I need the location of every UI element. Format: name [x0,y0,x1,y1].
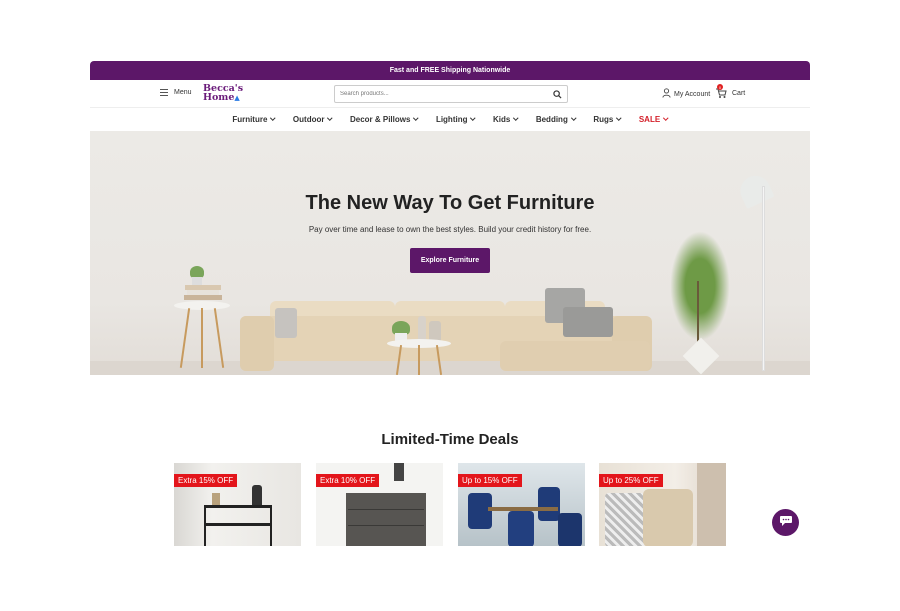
nav-label: Decor & Pillows [349,114,411,124]
promo-bar: Fast and FREE Shipping Nationwide [90,61,810,80]
search-icon[interactable] [547,86,567,102]
hero-banner: The New Way To Get Furniture Pay over ti… [90,131,810,375]
chevron-down-icon [616,115,622,121]
deal-card-pillows[interactable]: Up to 25% OFF [599,463,726,546]
deal-badge: Up to 15% OFF [458,474,522,487]
chevron-down-icon [470,115,476,121]
nav-label: Bedding [535,114,568,124]
chevron-down-icon [571,115,577,121]
nav-label: Outdoor [292,114,325,124]
hamburger-icon [160,89,168,96]
promo-text: Fast and FREE Shipping Nationwide [389,67,511,74]
page-frame: Fast and FREE Shipping Nationwide Menu B… [90,61,810,546]
nav-label: Lighting [435,114,468,124]
nav-item-decor-pillows[interactable]: Decor & Pillows [349,114,419,124]
nav-label: SALE [638,114,661,124]
nav-item-lighting[interactable]: Lighting [435,114,476,124]
deal-badge: Extra 10% OFF [316,474,380,487]
house-icon: ▲ [234,93,240,102]
nav-label: Kids [492,114,511,124]
cart-link[interactable]: 0 Cart [715,84,746,99]
search-input[interactable] [335,86,547,102]
search-bar [334,85,568,103]
chevron-down-icon [270,115,276,121]
hero-title: The New Way To Get Furniture [305,192,595,214]
cart-count-badge: 0 [717,84,723,90]
chevron-down-icon [663,115,669,121]
logo-line2: Home [203,92,235,103]
chevron-down-icon [413,115,419,121]
hero-subtitle: Pay over time and lease to own the best … [308,225,592,234]
deal-card-console[interactable]: Extra 15% OFF [174,463,301,546]
site-header: Menu Becca's Home▲ My Account 0 Cart [90,80,810,108]
deal-card-dresser[interactable]: Extra 10% OFF [316,463,443,546]
nav-label: Furniture [232,114,268,124]
menu-button[interactable]: Menu [160,89,192,96]
explore-furniture-button[interactable]: Explore Furniture [410,248,490,273]
chat-bubble-icon [779,514,793,532]
user-icon [662,88,671,100]
deal-card-dining-chairs[interactable]: Up to 15% OFF [458,463,585,546]
category-nav: Furniture Outdoor Decor & Pillows Lighti… [90,108,810,130]
nav-item-outdoor[interactable]: Outdoor [292,114,333,124]
cart-label: Cart [732,89,746,97]
my-account-link[interactable]: My Account [662,88,710,100]
nav-item-rugs[interactable]: Rugs [593,114,622,124]
nav-item-kids[interactable]: Kids [492,114,519,124]
menu-label: Menu [174,89,192,96]
nav-item-bedding[interactable]: Bedding [535,114,577,124]
deal-badge: Extra 15% OFF [174,474,238,487]
nav-item-furniture[interactable]: Furniture [232,114,276,124]
cart-icon: 0 [715,84,727,99]
nav-item-sale[interactable]: SALE [638,114,669,124]
site-logo[interactable]: Becca's Home▲ [203,84,243,103]
account-label: My Account [674,90,711,98]
nav-label: Rugs [593,114,614,124]
deal-badge: Up to 25% OFF [599,474,663,487]
deals-heading: Limited-Time Deals [381,431,519,448]
chat-button[interactable] [772,509,799,536]
chevron-down-icon [513,115,519,121]
chevron-down-icon [327,115,333,121]
